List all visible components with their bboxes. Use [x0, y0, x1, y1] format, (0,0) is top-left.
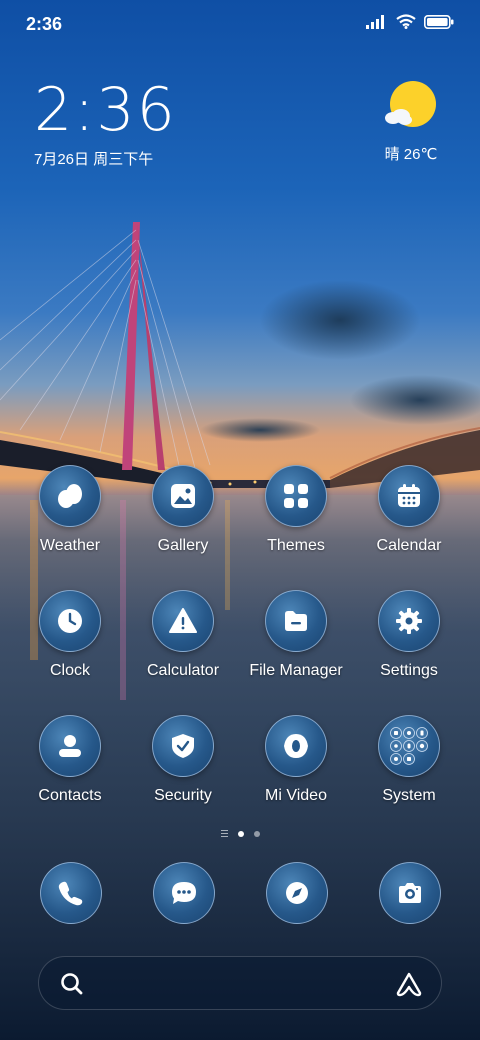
app-security[interactable]: Security [127, 715, 239, 805]
menu-lines-icon [220, 830, 228, 837]
app-icon-circle [40, 862, 102, 924]
app-label: Settings [380, 662, 438, 679]
app-icon-circle [265, 465, 327, 527]
app-label: Contacts [38, 787, 102, 804]
search-icon [61, 973, 83, 995]
page-dot[interactable] [253, 830, 260, 837]
clock-widget[interactable]: 2:36 7月26日 周三下午 [34, 78, 177, 169]
calculator-icon [169, 608, 197, 633]
calendar-icon [398, 484, 420, 507]
app-mi-video[interactable]: Mi Video [240, 715, 352, 805]
app-label: Mi Video [265, 787, 327, 804]
app-icon-circle [379, 862, 441, 924]
app-icon-circle [378, 715, 440, 777]
status-time: 2:36 [26, 14, 63, 34]
app-label: Themes [267, 537, 325, 554]
app-icon-circle [266, 862, 328, 924]
folder-grid-icon [390, 727, 428, 765]
app-label: Gallery [157, 537, 209, 554]
gallery-icon [171, 484, 195, 508]
camera-icon [399, 883, 421, 903]
app-icon-circle [152, 590, 214, 652]
dock-browser[interactable] [266, 862, 328, 924]
messages-icon [172, 882, 196, 904]
gear-icon [396, 608, 422, 634]
dock-messages[interactable] [153, 862, 215, 924]
app-weather[interactable]: Weather [14, 465, 126, 555]
app-icon-circle [265, 715, 327, 777]
app-file-manager[interactable]: File Manager [240, 590, 352, 680]
app-icon-circle [378, 590, 440, 652]
themes-icon [284, 484, 308, 508]
app-icon-circle [39, 715, 101, 777]
weather-icon [58, 484, 82, 508]
search-bar[interactable] [38, 956, 442, 1010]
app-label: Security [154, 787, 212, 804]
app-icon-circle [265, 590, 327, 652]
app-label: System [382, 787, 436, 804]
assistant-icon[interactable] [395, 971, 423, 997]
app-calendar[interactable]: Calendar [353, 465, 465, 555]
browser-icon [286, 882, 308, 904]
app-themes[interactable]: Themes [240, 465, 352, 555]
app-gallery[interactable]: Gallery [127, 465, 239, 555]
dock-phone[interactable] [40, 862, 102, 924]
signal-icon [366, 14, 384, 29]
app-icon-circle [152, 465, 214, 527]
app-icon-circle [39, 465, 101, 527]
app-icon-circle [39, 590, 101, 652]
app-label: Weather [39, 537, 101, 554]
folder-icon [285, 611, 307, 631]
contacts-icon [59, 735, 81, 757]
app-icon-circle [378, 465, 440, 527]
widget-date: 7月26日 周三下午 [34, 151, 154, 168]
app-label: Clock [49, 662, 90, 679]
wifi-icon [396, 14, 416, 29]
app-contacts[interactable]: Contacts [14, 715, 126, 805]
clock-icon [58, 609, 82, 633]
page-dot-active[interactable] [237, 830, 244, 837]
app-system-folder[interactable]: System [353, 715, 465, 805]
app-settings[interactable]: Settings [353, 590, 465, 680]
battery-icon [424, 14, 454, 29]
page-indicator [0, 830, 480, 837]
shield-icon [172, 734, 194, 758]
status-icons [366, 14, 454, 29]
app-icon-circle [152, 715, 214, 777]
app-label: Calculator [146, 662, 220, 679]
status-bar: 2:36 [0, 0, 480, 50]
dock-camera[interactable] [379, 862, 441, 924]
weather-text: 晴 26℃ [384, 146, 438, 163]
app-label: Calendar [376, 537, 442, 554]
weather-widget[interactable]: 晴 26℃ [376, 80, 446, 164]
app-label: File Manager [249, 662, 343, 679]
video-icon [284, 734, 308, 758]
app-icon-circle [153, 862, 215, 924]
widget-time: 2:36 [34, 75, 177, 145]
sun-cloud-icon [385, 81, 436, 127]
app-calculator[interactable]: Calculator [127, 590, 239, 680]
app-clock[interactable]: Clock [14, 590, 126, 680]
phone-icon [58, 881, 83, 906]
